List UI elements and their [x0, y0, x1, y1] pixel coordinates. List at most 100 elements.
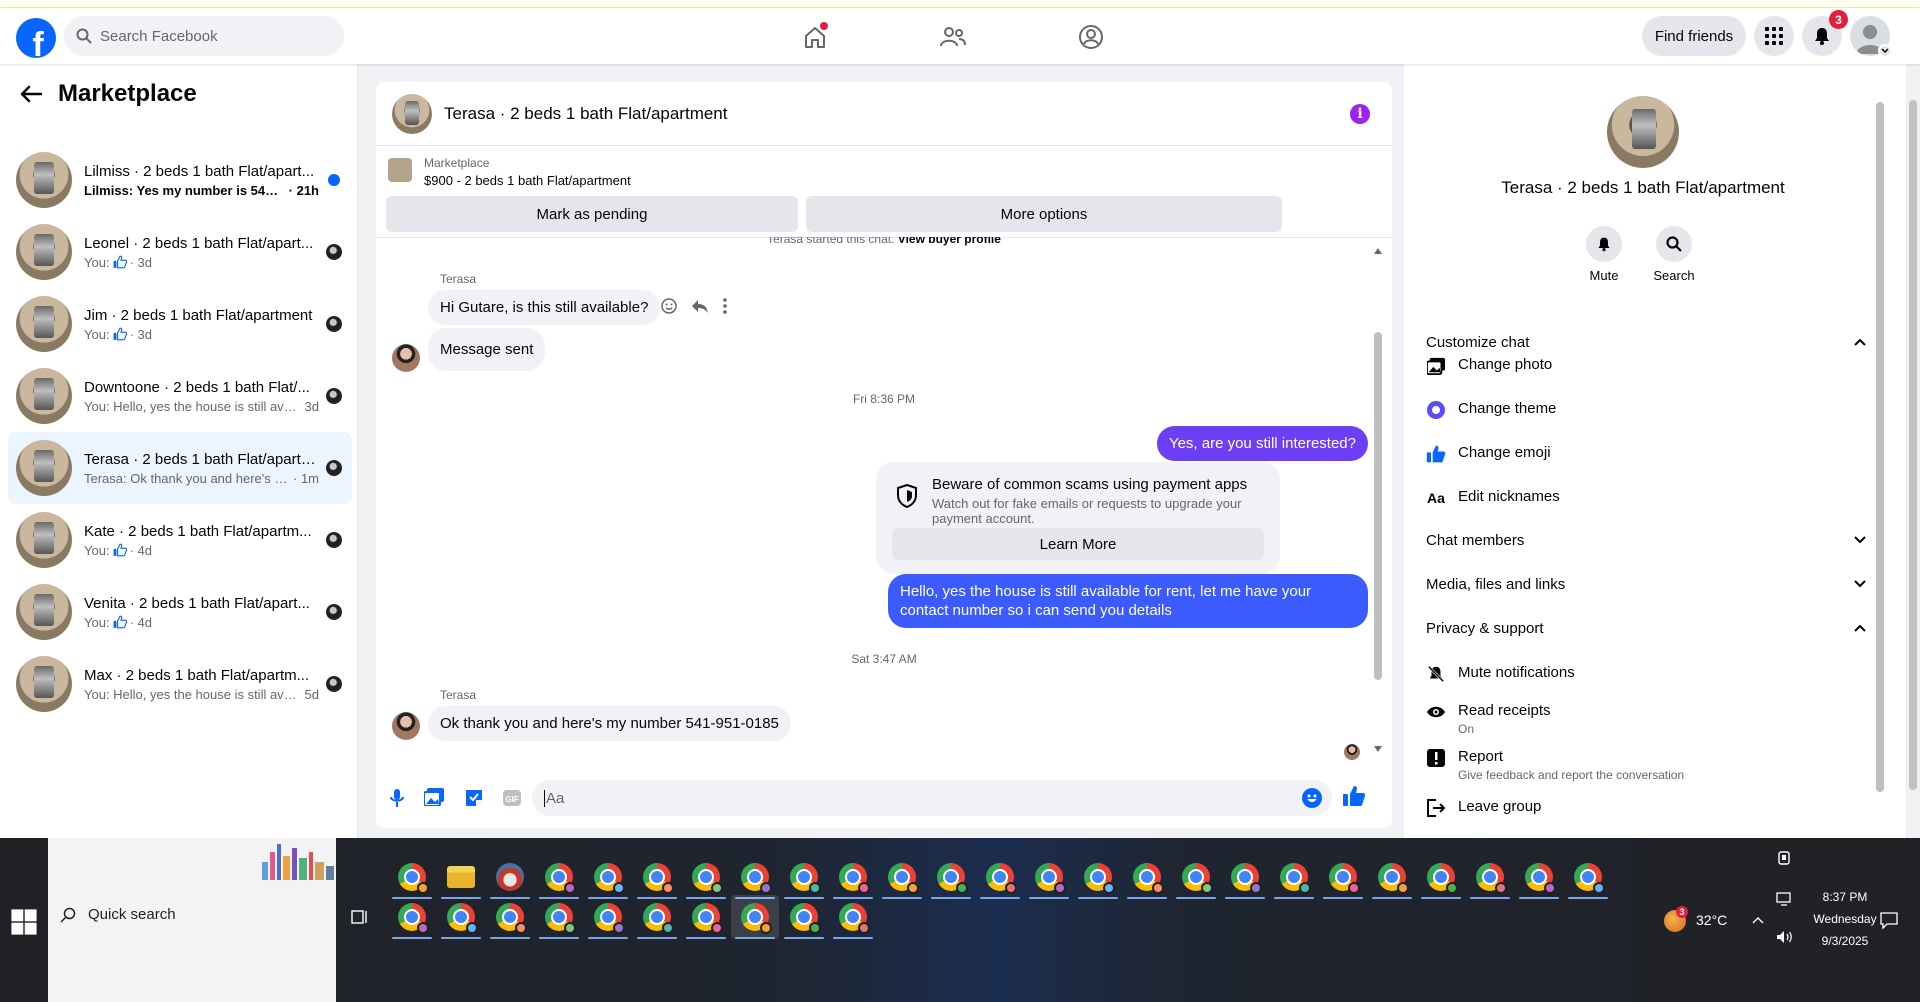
chrome-profile-icon[interactable]: [1280, 863, 1311, 894]
change-photo-item[interactable]: Change photo: [1426, 356, 1866, 376]
search-action[interactable]: Search: [1644, 226, 1704, 283]
gif-icon[interactable]: GIF: [502, 789, 522, 807]
chrome-profile-icon[interactable]: [1182, 863, 1213, 894]
chrome-profile-icon[interactable]: [496, 903, 527, 934]
chrome-profile-icon[interactable]: [790, 863, 821, 894]
chrome-profile-icon[interactable]: [888, 863, 919, 894]
chrome-profile-icon[interactable]: [1084, 863, 1115, 894]
chrome-profile-icon[interactable]: [1133, 863, 1164, 894]
chat-members-section[interactable]: Chat members: [1426, 520, 1866, 560]
conversation-item[interactable]: Downtoone · 2 beds 1 bath Flat/... You: H…: [8, 360, 352, 432]
clock-time[interactable]: 8:37 PM: [1810, 890, 1880, 904]
listing-price-title[interactable]: $900 - 2 beds 1 bath Flat/apartment: [424, 173, 631, 188]
chat-avatar[interactable]: [392, 93, 432, 134]
thumbs-up-icon[interactable]: [1342, 784, 1366, 808]
scroll-up-arrow[interactable]: [1374, 248, 1382, 256]
photo-icon[interactable]: [424, 788, 444, 806]
chrome-profile-icon[interactable]: [790, 903, 821, 934]
chrome-profile-icon[interactable]: [398, 863, 429, 894]
volume-icon[interactable]: [1776, 930, 1794, 944]
sender-avatar[interactable]: [392, 344, 420, 372]
incoming-message[interactable]: Hi Gutare, is this still available?: [428, 290, 661, 325]
message-input[interactable]: Aa: [532, 780, 1332, 816]
mute-notifications-item[interactable]: Mute notifications: [1426, 664, 1866, 684]
details-scrollbar[interactable]: [1876, 102, 1884, 792]
conversation-item[interactable]: Terasa · 2 beds 1 bath Flat/apartm... Ter…: [8, 432, 352, 504]
react-emoji-icon[interactable]: [661, 298, 677, 314]
back-arrow-icon[interactable]: [20, 85, 42, 103]
chrome-profile-icon[interactable]: [1476, 863, 1507, 894]
media-files-links-section[interactable]: Media, files and links: [1426, 564, 1866, 604]
scroll-down-arrow[interactable]: [1374, 746, 1382, 754]
chrome-profile-icon[interactable]: [937, 863, 968, 894]
chevron-up-icon[interactable]: [1752, 916, 1764, 924]
sender-avatar[interactable]: [392, 712, 420, 740]
chrome-profile-icon[interactable]: [398, 903, 429, 934]
app-icon[interactable]: [496, 863, 524, 891]
menu-button[interactable]: [1754, 16, 1794, 56]
privacy-support-section[interactable]: Privacy & support: [1426, 608, 1866, 648]
mark-as-pending-button[interactable]: Mark as pending: [386, 196, 798, 232]
chat-profile-picture[interactable]: [1607, 96, 1679, 168]
mute-action[interactable]: Mute: [1574, 226, 1634, 283]
copilot-icon[interactable]: [1776, 850, 1792, 866]
more-options-button[interactable]: More options: [806, 196, 1282, 232]
chrome-profile-icon[interactable]: [692, 903, 723, 934]
chrome-profile-icon[interactable]: [594, 863, 625, 894]
more-dots-icon[interactable]: [723, 298, 727, 314]
task-view-icon[interactable]: [350, 908, 368, 926]
chrome-profile-icon[interactable]: [741, 863, 772, 894]
incoming-message[interactable]: Ok thank you and here's my number 541-95…: [428, 706, 791, 741]
info-icon[interactable]: i: [1350, 104, 1370, 124]
change-theme-item[interactable]: Change theme: [1426, 400, 1866, 420]
edit-nicknames-item[interactable]: Aa Edit nicknames: [1426, 488, 1866, 508]
change-emoji-item[interactable]: Change emoji: [1426, 444, 1866, 464]
conversation-item[interactable]: Venita · 2 beds 1 bath Flat/apart... You:…: [8, 576, 352, 648]
report-item[interactable]: Report Give feedback and report the conve…: [1426, 748, 1866, 782]
notification-center-icon[interactable]: [1880, 912, 1898, 930]
microphone-icon[interactable]: [390, 788, 404, 808]
leave-group-item[interactable]: Leave group: [1426, 798, 1866, 818]
outgoing-message[interactable]: Yes, are you still interested?: [1156, 426, 1368, 461]
search-facebook-input[interactable]: Search Facebook: [64, 16, 344, 56]
chrome-profile-icon[interactable]: [643, 863, 674, 894]
chrome-profile-icon[interactable]: [1035, 863, 1066, 894]
page-scrollbar-thumb[interactable]: [1909, 100, 1917, 790]
conversation-item[interactable]: Leonel · 2 beds 1 bath Flat/apart... You:…: [8, 216, 352, 288]
chrome-profile-icon[interactable]: [1378, 863, 1409, 894]
profile-nav-button[interactable]: [1076, 22, 1106, 52]
chrome-profile-icon[interactable]: [1574, 863, 1605, 894]
conversation-item[interactable]: Kate · 2 beds 1 bath Flat/apartm... You: ·…: [8, 504, 352, 576]
chrome-profile-icon[interactable]: [1329, 863, 1360, 894]
chrome-profile-icon[interactable]: [986, 863, 1017, 894]
clock-day[interactable]: Wednesday: [1800, 912, 1890, 926]
chrome-profile-icon[interactable]: [594, 903, 625, 934]
conversation-item[interactable]: Lilmiss · 2 beds 1 bath Flat/apart... Lil…: [8, 144, 352, 216]
find-friends-button[interactable]: Find friends: [1642, 16, 1746, 56]
chrome-profile-icon[interactable]: [1427, 863, 1458, 894]
chrome-profile-icon[interactable]: [692, 863, 723, 894]
sticker-icon[interactable]: [464, 788, 484, 808]
conversation-item[interactable]: Jim · 2 beds 1 bath Flat/apartment You: · …: [8, 288, 352, 360]
network-icon[interactable]: [1776, 892, 1794, 906]
learn-more-button[interactable]: Learn More: [892, 528, 1264, 560]
chrome-profile-icon[interactable]: [741, 903, 772, 934]
listing-thumbnail[interactable]: [388, 158, 412, 182]
read-receipts-item[interactable]: Read receipts On: [1426, 702, 1866, 736]
incoming-message[interactable]: Message sent: [428, 328, 546, 371]
chrome-profile-icon[interactable]: [545, 903, 576, 934]
chrome-profile-icon[interactable]: [643, 903, 674, 934]
weather-temperature[interactable]: 32°C: [1696, 912, 1727, 928]
chrome-profile-icon[interactable]: [447, 903, 478, 934]
account-chevron-icon[interactable]: [1878, 44, 1892, 58]
windows-start-icon[interactable]: [10, 908, 38, 936]
chrome-profile-icon[interactable]: [839, 903, 870, 934]
chrome-profile-icon[interactable]: [545, 863, 576, 894]
chat-title[interactable]: Terasa · 2 beds 1 bath Flat/apartment: [444, 104, 728, 124]
notifications-button[interactable]: 3: [1802, 10, 1848, 56]
view-buyer-profile-link[interactable]: View buyer profile: [898, 237, 1001, 246]
emoji-icon[interactable]: [1302, 788, 1322, 808]
file-explorer-icon[interactable]: [447, 866, 475, 888]
chat-scrollbar[interactable]: [1374, 332, 1382, 680]
clock-date[interactable]: 9/3/2025: [1810, 934, 1880, 948]
